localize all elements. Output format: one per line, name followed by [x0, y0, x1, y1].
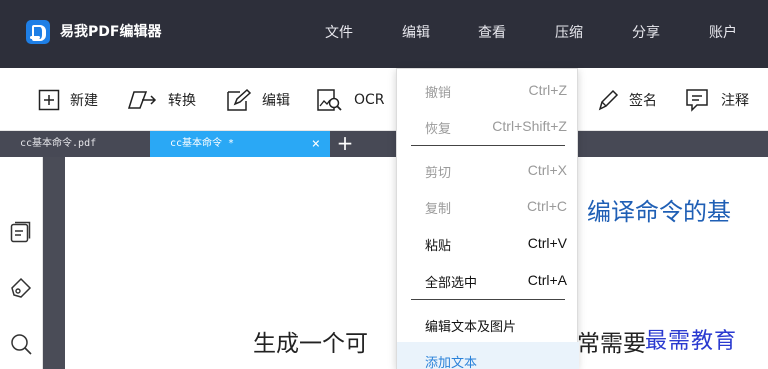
sign-button[interactable]: 签名 — [597, 88, 657, 112]
tab-document-2[interactable]: cc基本命令 * × — [150, 131, 330, 157]
new-icon — [38, 89, 60, 111]
menu-view[interactable]: 查看 — [478, 22, 506, 42]
ocr-label: OCR — [354, 92, 385, 108]
menu-account[interactable]: 账户 — [709, 22, 737, 42]
pages-icon[interactable] — [10, 221, 32, 243]
menu-compress[interactable]: 压缩 — [555, 22, 583, 42]
tab-document-1[interactable]: cc基本命令.pdf — [0, 131, 150, 157]
ocr-button[interactable]: OCR — [316, 88, 385, 112]
sign-label: 签名 — [629, 93, 657, 109]
convert-button[interactable]: 转换 — [128, 88, 196, 112]
menu-item-redo[interactable]: 恢复 Ctrl+Shift+Z — [397, 108, 579, 144]
menu-item-paste[interactable]: 粘贴 Ctrl+V — [397, 225, 579, 261]
menu-item-copy[interactable]: 复制 Ctrl+C — [397, 188, 579, 224]
page-gutter — [43, 157, 65, 369]
edit-dropdown-menu: 撤销 Ctrl+Z 恢复 Ctrl+Shift+Z 剪切 Ctrl+X 复制 C… — [396, 68, 579, 369]
menu-item-cut[interactable]: 剪切 Ctrl+X — [397, 152, 579, 188]
menu-item-label: 编辑文本及图片 — [425, 320, 517, 335]
title-bar: 易我PDF编辑器 文件 编辑 查看 压缩 分享 账户 — [0, 0, 768, 68]
menu-item-shortcut: Ctrl+A — [527, 272, 567, 288]
menu-item-label: 粘贴 — [425, 239, 452, 254]
side-panel — [0, 157, 43, 369]
menu-item-shortcut: Ctrl+Z — [528, 82, 568, 98]
menu-item-label: 剪切 — [425, 166, 452, 181]
menu-file[interactable]: 文件 — [325, 22, 353, 42]
annotate-button[interactable]: 注释 — [685, 88, 749, 112]
menu-item-edit-text-images[interactable]: 编辑文本及图片 — [397, 306, 579, 342]
new-button[interactable]: 新建 — [38, 88, 98, 112]
menu-item-label: 撤销 — [425, 86, 452, 101]
watermark: 最需教育 — [645, 329, 738, 354]
sign-icon — [598, 89, 619, 111]
menu-separator — [411, 145, 565, 146]
menu-item-shortcut: Ctrl+V — [527, 235, 567, 251]
menu-item-shortcut: Ctrl+Shift+Z — [492, 118, 567, 134]
edit-label: 编辑 — [262, 93, 290, 109]
edit-button[interactable]: 编辑 — [226, 88, 290, 112]
new-label: 新建 — [70, 93, 98, 109]
bookmark-icon[interactable] — [10, 277, 32, 299]
convert-label: 转换 — [168, 93, 196, 109]
menu-separator — [411, 299, 565, 300]
edit-icon — [227, 88, 252, 111]
search-icon[interactable] — [10, 333, 32, 355]
tab-label: cc基本命令.pdf — [20, 138, 97, 149]
document-text-right: 常需要 — [577, 331, 646, 357]
toolbar: 新建 转换 编辑 OCR 签名 注释 — [0, 68, 768, 131]
menu-item-undo[interactable]: 撤销 Ctrl+Z — [397, 72, 579, 108]
new-tab-button[interactable]: + — [334, 131, 356, 157]
menu-edit[interactable]: 编辑 — [402, 22, 430, 42]
menu-item-label: 复制 — [425, 202, 452, 217]
annotate-label: 注释 — [721, 93, 749, 109]
menu-share[interactable]: 分享 — [632, 22, 660, 42]
menu-item-label: 添加文本 — [425, 356, 478, 369]
menu-item-shortcut: Ctrl+X — [527, 162, 567, 178]
tab-label: cc基本命令 * — [170, 138, 235, 149]
menu-item-add-text[interactable]: 添加文本 — [397, 342, 579, 369]
document-heading: 编译命令的基 — [587, 198, 731, 226]
menu-item-select-all[interactable]: 全部选中 Ctrl+A — [397, 262, 579, 298]
document-text-left: 生成一个可 — [253, 331, 368, 357]
annotate-icon — [686, 89, 708, 112]
app-title: 易我PDF编辑器 — [60, 24, 162, 40]
convert-icon — [128, 91, 157, 109]
ocr-icon — [317, 89, 342, 111]
menu-item-label: 全部选中 — [425, 276, 478, 291]
tab-close-icon[interactable]: × — [312, 131, 320, 157]
menu-item-shortcut: Ctrl+C — [526, 198, 567, 214]
app-logo-icon — [26, 20, 50, 44]
menu-item-label: 恢复 — [425, 122, 452, 137]
tab-strip: cc基本命令.pdf cc基本命令 * × + — [0, 131, 768, 157]
